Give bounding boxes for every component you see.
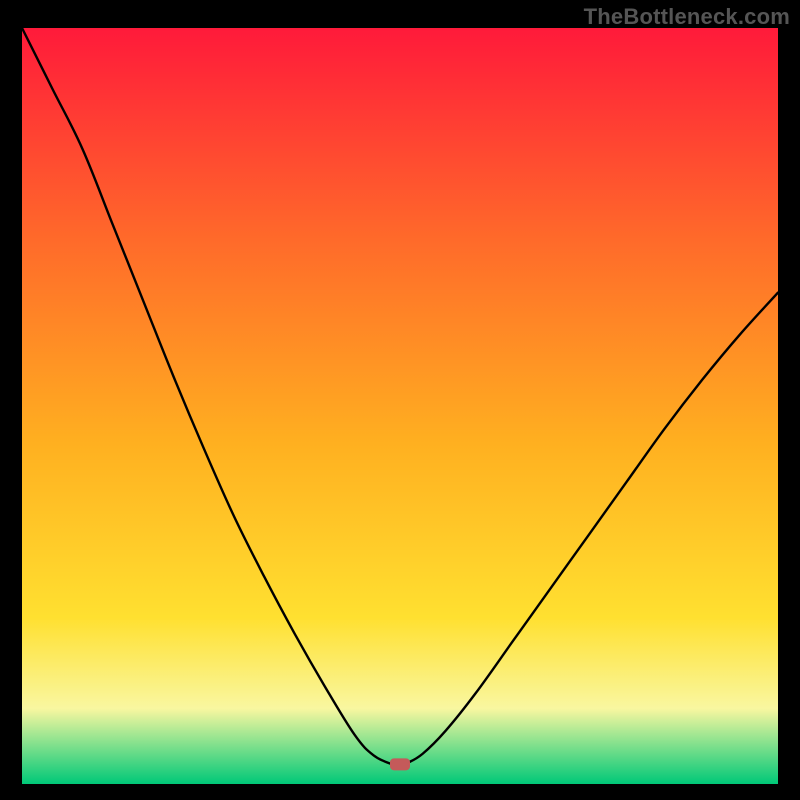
watermark-text: TheBottleneck.com xyxy=(584,4,790,30)
chart-frame: TheBottleneck.com xyxy=(0,0,800,800)
plot-area xyxy=(22,28,778,784)
gradient-background xyxy=(22,28,778,784)
plot-svg xyxy=(22,28,778,784)
bottleneck-marker xyxy=(390,758,410,770)
